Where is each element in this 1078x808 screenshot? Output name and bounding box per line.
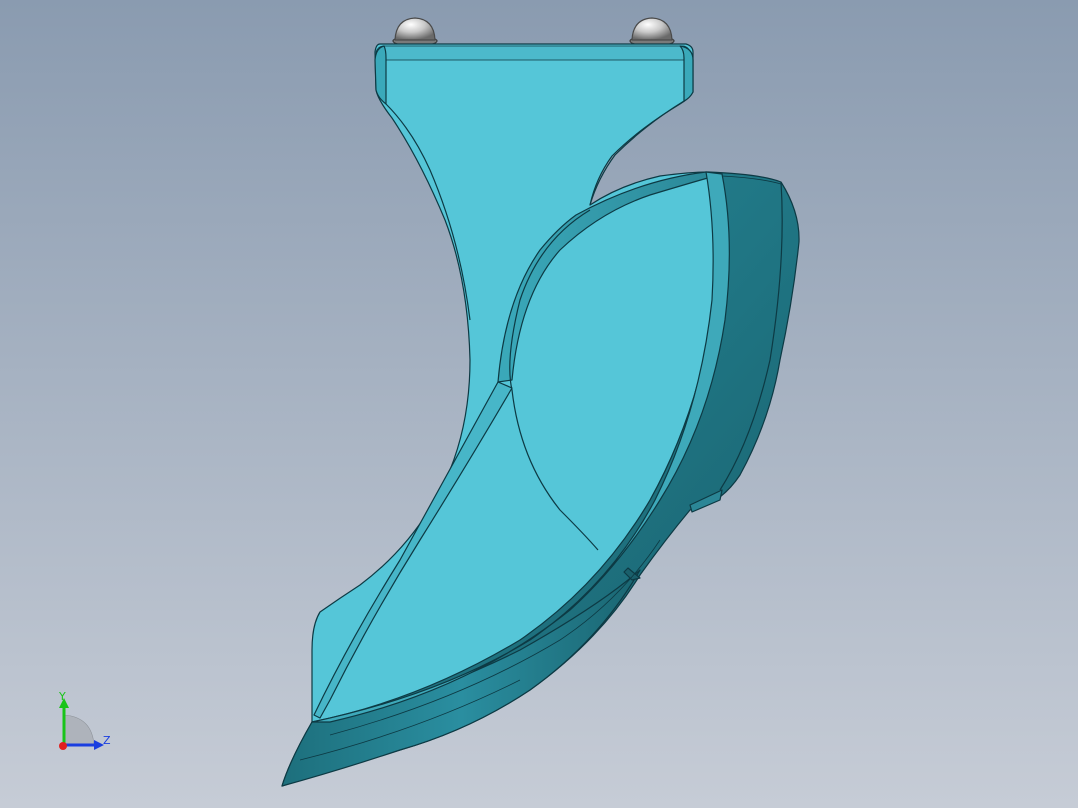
graphics-viewport[interactable]: Y Z [0,0,1078,808]
triad-z-label: Z [103,734,111,747]
triad-x-axis-dot [59,742,67,750]
triad-y-label: Y [58,690,66,703]
viewport-canvas[interactable]: Y Z [0,0,1078,808]
flange-edge [375,45,691,61]
